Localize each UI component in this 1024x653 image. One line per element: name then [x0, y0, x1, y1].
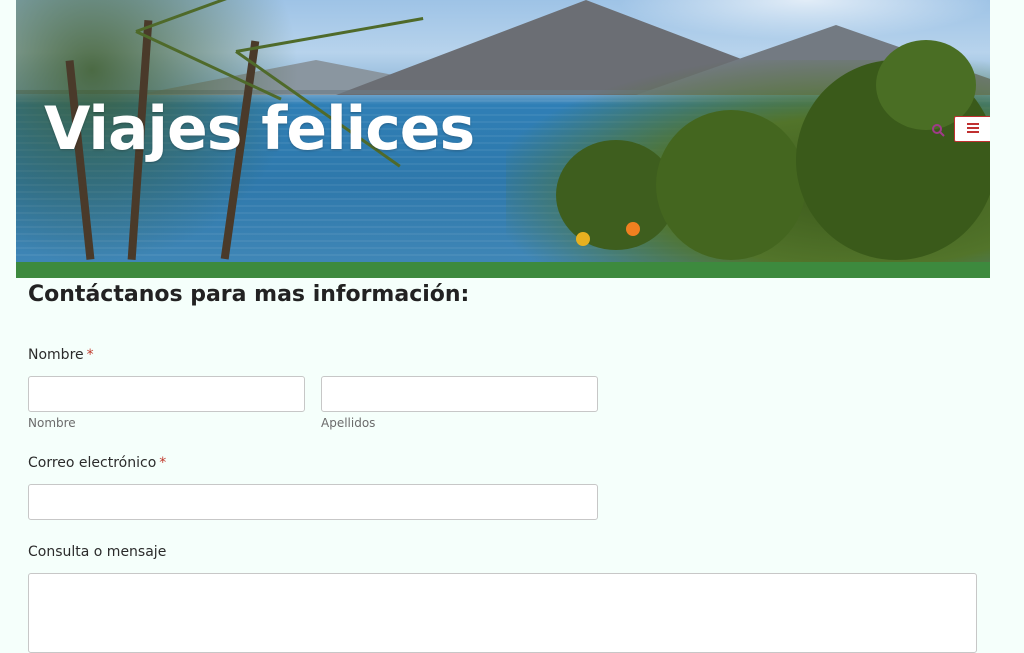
page-title: Contáctanos para mas información:: [28, 282, 470, 307]
site-title[interactable]: Viajes felices: [44, 94, 475, 164]
email-input[interactable]: [28, 484, 598, 520]
email-label-text: Correo electrónico: [28, 455, 157, 471]
first-name-input[interactable]: [28, 376, 305, 412]
last-name-sublabel: Apellidos: [321, 416, 376, 430]
message-field-label: Consulta o mensaje: [28, 544, 167, 560]
message-textarea[interactable]: [28, 573, 977, 653]
search-icon[interactable]: [931, 122, 945, 137]
menu-toggle-button[interactable]: [954, 116, 990, 142]
last-name-input[interactable]: [321, 376, 598, 412]
header-hero-image: Viajes felices: [16, 0, 990, 262]
email-field-label: Correo electrónico *: [28, 455, 166, 471]
required-marker: *: [159, 455, 167, 471]
hero-bush: [656, 110, 806, 260]
name-field-label: Nombre *: [28, 347, 94, 363]
required-marker: *: [86, 347, 94, 363]
first-name-sublabel: Nombre: [28, 416, 76, 430]
hero-flower: [626, 222, 640, 236]
hamburger-menu-icon: [966, 122, 980, 137]
name-label-text: Nombre: [28, 347, 84, 363]
hero-flower: [576, 232, 590, 246]
header-accent-bar: [16, 262, 990, 278]
